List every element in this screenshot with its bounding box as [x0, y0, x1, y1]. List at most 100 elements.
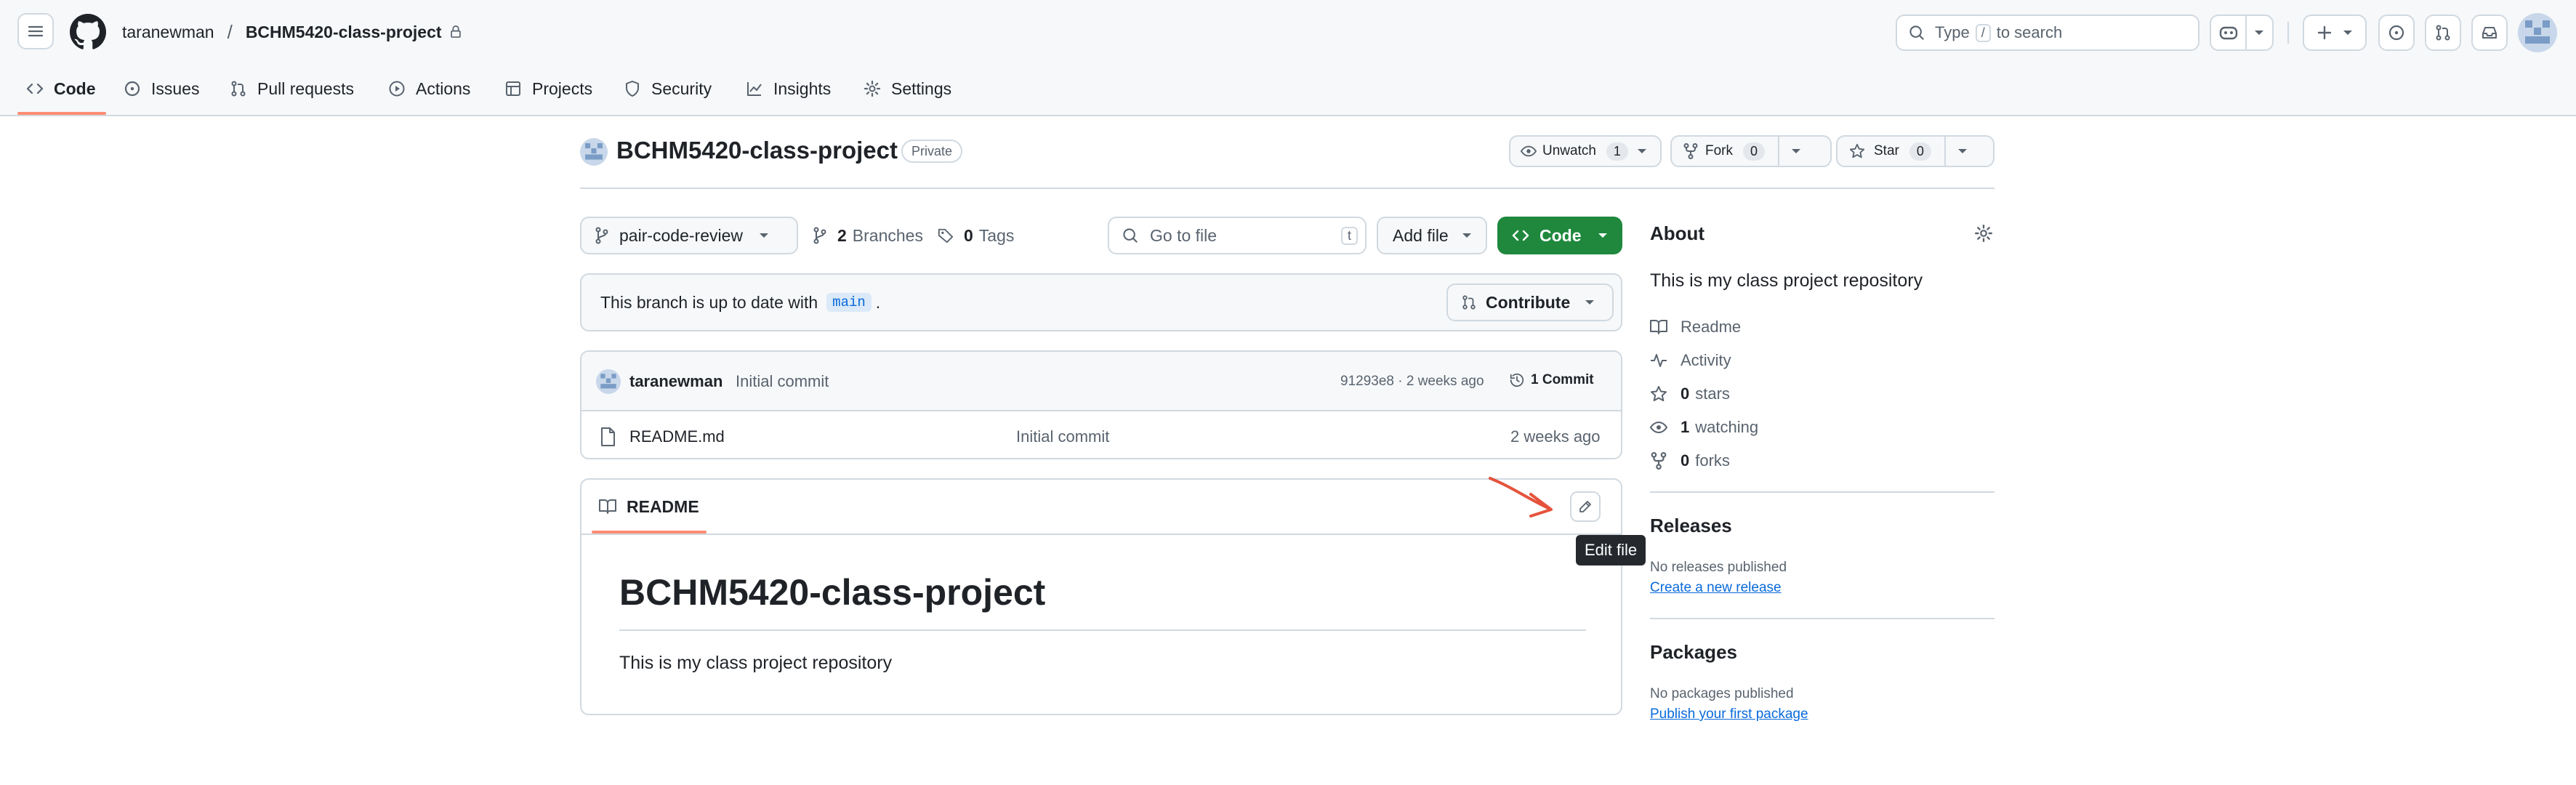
breadcrumb-repo[interactable]: BCHM5420-class-project	[246, 23, 442, 42]
readme-body: This is my class project repository	[619, 653, 893, 673]
play-icon	[389, 81, 405, 97]
hamburger-icon	[28, 25, 44, 37]
branch-status-banner: This branch is up to date with main . Co…	[580, 273, 1622, 331]
tab-code-label: Code	[54, 78, 96, 98]
branches-link[interactable]: 2 Branches	[813, 218, 923, 253]
repo-owner-avatar	[580, 138, 608, 166]
packages-title[interactable]: Packages	[1650, 641, 1737, 664]
publish-package-link[interactable]: Publish your first package	[1650, 706, 1808, 722]
latest-commit-row: taranewman Initial commit 91293e8 · 2 we…	[581, 352, 1621, 411]
history-icon	[1510, 373, 1524, 387]
branch-selector[interactable]: pair-code-review	[580, 217, 798, 254]
releases-title[interactable]: Releases	[1650, 515, 1732, 537]
tab-security[interactable]: Security	[624, 71, 712, 106]
pulse-icon	[1651, 354, 1667, 367]
plus-icon	[2317, 25, 2332, 40]
repo-title[interactable]: BCHM5420-class-project	[616, 137, 898, 164]
edit-file-button[interactable]	[1570, 491, 1601, 522]
eye-icon	[1650, 421, 1667, 434]
about-forks-link[interactable]: 0 forks	[1650, 446, 1730, 475]
tab-settings[interactable]: Settings	[864, 71, 951, 106]
tags-count: 0	[964, 225, 973, 245]
lock-icon	[450, 25, 461, 38]
about-readme-link[interactable]: Readme	[1650, 313, 1741, 342]
about-description: This is my class project repository	[1650, 270, 1923, 291]
about-watching-link[interactable]: 1 watching	[1650, 413, 1758, 442]
create-release-link[interactable]: Create a new release	[1650, 580, 1782, 596]
branch-status-base[interactable]: main	[826, 293, 872, 312]
tab-code[interactable]: Code	[26, 71, 96, 106]
file-name[interactable]: README.md	[629, 427, 725, 446]
chevron-down-icon	[760, 233, 769, 238]
file-commit-message[interactable]: Initial commit	[1016, 427, 1109, 446]
go-to-file-placeholder: Go to file	[1150, 225, 1217, 245]
about-stars-link[interactable]: 0 stars	[1650, 379, 1730, 408]
commits-label: 1 Commit	[1531, 372, 1594, 387]
github-logo-icon[interactable]	[70, 14, 106, 50]
chevron-down-icon	[2255, 31, 2263, 35]
visibility-badge: Private	[901, 140, 963, 163]
chevron-down-icon	[1637, 149, 1646, 153]
readme-heading-divider	[619, 629, 1586, 631]
book-icon	[599, 499, 616, 514]
commit-author[interactable]: taranewman	[629, 372, 723, 391]
chevron-down-icon	[1462, 233, 1471, 238]
unwatch-label: Unwatch	[1542, 143, 1596, 158]
readme-header-divider	[581, 534, 1621, 535]
copilot-button[interactable]	[2210, 15, 2274, 51]
star-icon	[1651, 386, 1667, 402]
avatar[interactable]	[2518, 13, 2557, 52]
create-new-button[interactable]	[2303, 15, 2367, 51]
contribute-label: Contribute	[1486, 292, 1571, 312]
fork-count: 0	[1743, 142, 1766, 161]
about-activity-label: Activity	[1681, 351, 1731, 369]
add-file-button[interactable]: Add file	[1377, 217, 1487, 254]
tags-link[interactable]: 0 Tags	[938, 218, 1014, 253]
tab-actions[interactable]: Actions	[388, 71, 470, 106]
issues-button[interactable]	[2378, 15, 2415, 51]
graph-icon	[747, 82, 762, 96]
chevron-down-icon	[1792, 149, 1801, 153]
unwatch-count: 1	[1606, 142, 1628, 161]
tags-label: Tags	[978, 225, 1015, 245]
commit-message[interactable]: Initial commit	[736, 372, 829, 391]
star-label: Star	[1874, 143, 1899, 158]
tab-projects[interactable]: Projects	[504, 71, 592, 106]
tab-pull-requests-label: Pull requests	[257, 78, 354, 98]
about-stars-label: stars	[1695, 385, 1730, 403]
tab-issues[interactable]: Issues	[124, 71, 199, 106]
about-watching-count: 1	[1681, 418, 1690, 436]
fork-button[interactable]: Fork 0	[1670, 135, 1832, 167]
search-input[interactable]: Type / to search	[1896, 15, 2199, 51]
go-to-file-key: t	[1340, 226, 1358, 245]
commits-link[interactable]: 1 Commit	[1509, 372, 1594, 388]
about-activity-link[interactable]: Activity	[1650, 346, 1731, 375]
gear-icon	[864, 80, 881, 97]
table-row[interactable]: README.md Initial commit 2 weeks ago	[581, 413, 1621, 458]
tab-projects-label: Projects	[532, 78, 593, 98]
commit-hash-time[interactable]: 91293e8 · 2 weeks ago	[1340, 374, 1484, 390]
breadcrumb-owner[interactable]: taranewman	[122, 23, 214, 42]
inbox-button[interactable]	[2471, 15, 2508, 51]
code-button-label: Code	[1539, 225, 1582, 245]
releases-empty: No releases published	[1650, 560, 1787, 575]
go-to-file-input[interactable]: Go to file t	[1108, 217, 1367, 254]
chevron-down-icon	[2343, 31, 2352, 35]
branches-label: Branches	[852, 225, 923, 245]
unwatch-button[interactable]: Unwatch 1	[1509, 135, 1662, 167]
readme-panel: README BCHM5420-class-project This is my…	[580, 478, 1622, 715]
menu-button[interactable]	[17, 13, 54, 49]
tab-pull-requests[interactable]: Pull requests	[230, 71, 354, 106]
tab-insights[interactable]: Insights	[746, 71, 831, 106]
commit-author-avatar[interactable]	[596, 369, 621, 394]
code-button[interactable]: Code	[1497, 217, 1622, 254]
gear-icon[interactable]	[1974, 224, 1993, 243]
sidebar-divider	[1650, 618, 1995, 619]
contribute-button[interactable]: Contribute	[1446, 283, 1614, 321]
pull-requests-button[interactable]	[2425, 15, 2461, 51]
star-button[interactable]: Star 0	[1836, 135, 1995, 167]
fork-label: Fork	[1705, 143, 1733, 158]
about-title: About	[1650, 222, 1705, 244]
readme-tab[interactable]: README	[599, 494, 699, 519]
fork-icon	[1651, 452, 1667, 470]
